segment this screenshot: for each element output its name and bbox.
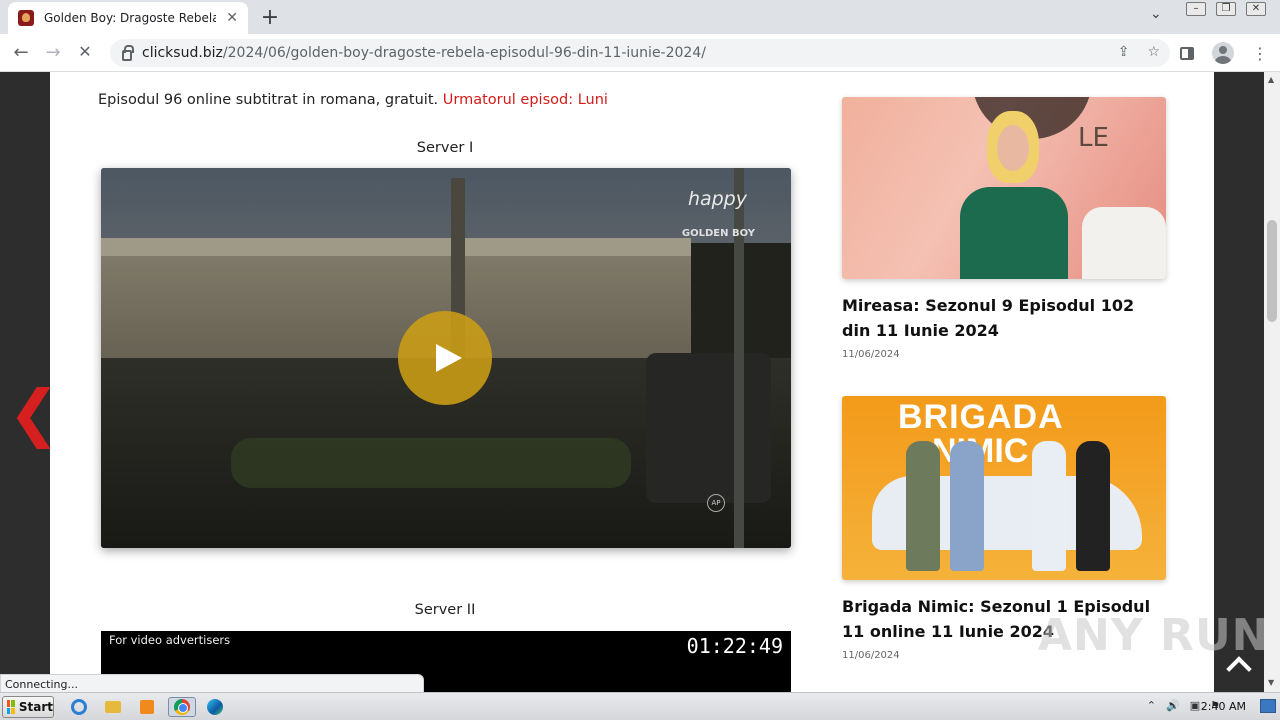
volume-icon[interactable]: 🔊 bbox=[1166, 699, 1180, 712]
show-logo: GOLDEN BOY bbox=[681, 228, 755, 239]
page-viewport: ❮ Episodul 96 online subtitrat in romana… bbox=[0, 72, 1280, 692]
site-favicon-icon bbox=[18, 10, 34, 26]
article-intro: Episodul 96 online subtitrat in romana, … bbox=[98, 72, 798, 114]
play-button[interactable] bbox=[398, 311, 492, 405]
tab-search-icon[interactable]: ⌄ bbox=[1150, 6, 1162, 22]
bookmark-star-icon[interactable]: ☆ bbox=[1147, 44, 1160, 60]
tab-title: Golden Boy: Dragoste Rebela Episodul 96 … bbox=[44, 11, 216, 25]
system-clock[interactable]: 2:40 AM bbox=[1201, 700, 1246, 713]
start-button[interactable]: Start bbox=[2, 696, 54, 718]
article-intro-cutoff bbox=[98, 72, 798, 86]
card-date-1: 11/06/2024 bbox=[842, 349, 900, 360]
scroll-to-top-icon[interactable] bbox=[1226, 654, 1252, 676]
forward-icon[interactable]: → bbox=[42, 42, 64, 63]
scrollbar-thumb[interactable] bbox=[1267, 220, 1277, 322]
sidebar-card-1[interactable]: LE Mireasa: Sezonul 9 Episodul 102 din 1… bbox=[842, 97, 1166, 360]
profile-avatar-icon[interactable] bbox=[1212, 42, 1234, 64]
network-icon[interactable]: ▣ bbox=[1190, 699, 1200, 712]
browser-tab[interactable]: Golden Boy: Dragoste Rebela Episodul 96 … bbox=[8, 2, 248, 34]
page-content: Episodul 96 online subtitrat in romana, … bbox=[50, 72, 1214, 692]
start-label: Start bbox=[18, 700, 53, 714]
address-bar[interactable]: clicksud.biz /2024/06/golden-boy-dragost… bbox=[110, 39, 1170, 67]
media-player-icon[interactable] bbox=[136, 697, 158, 717]
tray-expand-icon[interactable]: ⌃ bbox=[1147, 699, 1156, 712]
page-scrollbar[interactable]: ▲ ▼ bbox=[1264, 72, 1280, 692]
edge-icon[interactable] bbox=[204, 697, 226, 717]
url-path: /2024/06/golden-boy-dragoste-rebela-epis… bbox=[222, 45, 706, 61]
show-desktop-icon[interactable] bbox=[1260, 699, 1276, 713]
window-close-icon[interactable]: ✕ bbox=[1246, 2, 1266, 16]
video-player-1[interactable]: happy GOLDEN BOY AP bbox=[101, 168, 791, 548]
ad-label: For video advertisers bbox=[109, 633, 231, 647]
restore-icon[interactable]: ❐ bbox=[1216, 2, 1236, 16]
browser-menu-icon[interactable]: ⋮ bbox=[1252, 44, 1268, 63]
thumb-1-text: LE bbox=[1078, 123, 1109, 153]
url-host: clicksud.biz bbox=[142, 45, 223, 61]
ap-badge: AP bbox=[707, 494, 725, 512]
window-controls: – ❐ ✕ bbox=[1186, 2, 1266, 16]
minimize-icon[interactable]: – bbox=[1186, 2, 1206, 16]
ad-timer: 01:22:49 bbox=[686, 634, 783, 658]
back-icon[interactable]: ← bbox=[10, 42, 32, 63]
server-1-label: Server I bbox=[416, 140, 474, 156]
os-taskbar: Start ⌃ 🔊 ▣ ⚑ 2:40 AM bbox=[0, 692, 1280, 720]
status-bubble: Connecting... bbox=[0, 674, 424, 692]
windows-logo-icon bbox=[7, 700, 15, 714]
lock-icon[interactable] bbox=[122, 44, 134, 61]
chrome-taskbar-icon[interactable] bbox=[168, 697, 196, 717]
channel-logo: happy bbox=[687, 188, 747, 210]
scroll-up-icon[interactable]: ▲ bbox=[1268, 75, 1274, 84]
tab-strip: Golden Boy: Dragoste Rebela Episodul 96 … bbox=[0, 0, 1280, 34]
file-explorer-icon[interactable] bbox=[102, 697, 124, 717]
next-episode-link[interactable]: Urmatorul episod: Luni bbox=[443, 92, 608, 108]
stop-loading-icon[interactable]: ✕ bbox=[74, 42, 96, 61]
tab-close-icon[interactable]: ✕ bbox=[226, 10, 238, 26]
browser-toolbar: ← → ✕ clicksud.biz /2024/06/golden-boy-d… bbox=[0, 34, 1280, 72]
server-2-label: Server II bbox=[414, 602, 476, 618]
scroll-down-icon[interactable]: ▼ bbox=[1268, 678, 1274, 687]
new-tab-button[interactable]: + bbox=[258, 5, 282, 30]
card-title-1[interactable]: Mireasa: Sezonul 9 Episodul 102 din 11 I… bbox=[842, 293, 1166, 343]
article-intro-text: Episodul 96 online subtitrat in romana, … bbox=[98, 92, 439, 108]
card-thumbnail-2[interactable]: BRIGADA NIMIC bbox=[842, 396, 1166, 580]
card-thumbnail-1[interactable]: LE bbox=[842, 97, 1166, 279]
side-panel-icon[interactable] bbox=[1180, 46, 1194, 60]
share-icon[interactable]: ⇪ bbox=[1118, 44, 1130, 60]
internet-explorer-icon[interactable] bbox=[68, 697, 90, 717]
